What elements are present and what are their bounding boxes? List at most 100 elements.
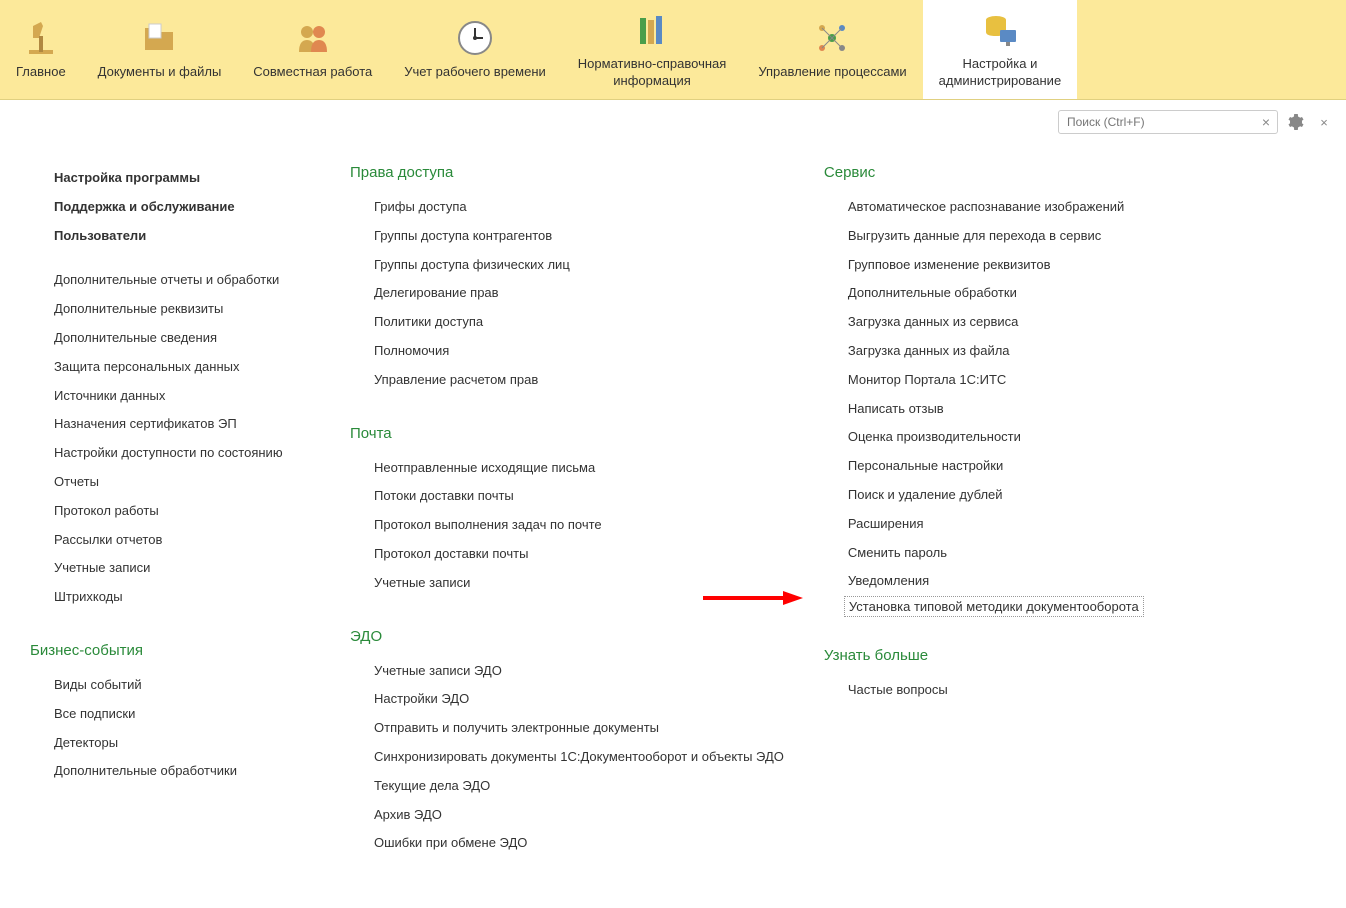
search-clear-button[interactable]: × bbox=[1258, 114, 1274, 130]
toolbar: × × bbox=[0, 100, 1346, 144]
link-item[interactable]: Защита персональных данных bbox=[30, 353, 310, 382]
link-item[interactable]: Протокол доставки почты bbox=[350, 540, 784, 569]
link-users[interactable]: Пользователи bbox=[30, 222, 310, 251]
gear-icon bbox=[1288, 114, 1304, 130]
link-item[interactable]: Оценка производительности bbox=[824, 423, 1144, 452]
link-item[interactable]: Виды событий bbox=[30, 671, 310, 700]
link-item[interactable]: Отчеты bbox=[30, 468, 310, 497]
learn-more-section: Узнать больше Частые вопросы bbox=[824, 647, 1144, 705]
service-section: Сервис Автоматическое распознавание изоб… bbox=[824, 164, 1144, 617]
nav-label: Нормативно-справочная информация bbox=[578, 56, 727, 90]
link-item[interactable]: Дополнительные сведения bbox=[30, 324, 310, 353]
link-item[interactable]: Грифы доступа bbox=[350, 193, 784, 222]
link-item[interactable]: Отправить и получить электронные докумен… bbox=[350, 714, 784, 743]
content-area: Настройка программы Поддержка и обслужив… bbox=[0, 144, 1346, 908]
link-item[interactable]: Настройки доступности по состоянию bbox=[30, 439, 310, 468]
link-program-settings[interactable]: Настройка программы bbox=[30, 164, 310, 193]
link-item[interactable]: Загрузка данных из сервиса bbox=[824, 308, 1144, 337]
link-item[interactable]: Настройки ЭДО bbox=[350, 685, 784, 714]
nav-collaboration[interactable]: Совместная работа bbox=[237, 0, 388, 99]
link-item[interactable]: Группы доступа контрагентов bbox=[350, 222, 784, 251]
link-item[interactable]: Полномочия bbox=[350, 337, 784, 366]
nav-label: Главное bbox=[16, 64, 66, 81]
clock-icon bbox=[455, 18, 495, 58]
link-item[interactable]: Делегирование прав bbox=[350, 279, 784, 308]
link-item[interactable]: Дополнительные обработчики bbox=[30, 757, 310, 786]
link-item[interactable]: Расширения bbox=[824, 510, 1144, 539]
link-item[interactable]: Дополнительные обработки bbox=[824, 279, 1144, 308]
link-item[interactable]: Синхронизировать документы 1С:Документоо… bbox=[350, 743, 784, 772]
link-item[interactable]: Группы доступа физических лиц bbox=[350, 251, 784, 280]
lamp-icon bbox=[21, 18, 61, 58]
link-item[interactable]: Политики доступа bbox=[350, 308, 784, 337]
link-item[interactable]: Учетные записи bbox=[30, 554, 310, 583]
link-item[interactable]: Детекторы bbox=[30, 729, 310, 758]
search-input[interactable] bbox=[1058, 110, 1278, 134]
link-item[interactable]: Дополнительные отчеты и обработки bbox=[30, 266, 310, 295]
link-item[interactable]: Неотправленные исходящие письма bbox=[350, 454, 784, 483]
folder-icon bbox=[139, 18, 179, 58]
link-item[interactable]: Текущие дела ЭДО bbox=[350, 772, 784, 801]
link-item[interactable]: Уведомления bbox=[824, 567, 1144, 596]
top-navigation: Главное Документы и файлы Совместная раб… bbox=[0, 0, 1346, 100]
section-header-edo[interactable]: ЭДО bbox=[350, 628, 784, 645]
settings-button[interactable] bbox=[1286, 112, 1306, 132]
process-icon bbox=[812, 18, 852, 58]
link-item[interactable]: Выгрузить данные для перехода в сервис bbox=[824, 222, 1144, 251]
close-button[interactable]: × bbox=[1314, 112, 1334, 132]
column-3: Сервис Автоматическое распознавание изоб… bbox=[824, 164, 1144, 888]
link-item[interactable]: Групповое изменение реквизитов bbox=[824, 251, 1144, 280]
section-header-mail[interactable]: Почта bbox=[350, 425, 784, 442]
close-icon: × bbox=[1320, 115, 1328, 130]
program-settings-section: Настройка программы Поддержка и обслужив… bbox=[30, 164, 310, 612]
nav-main[interactable]: Главное bbox=[0, 0, 82, 99]
link-item[interactable]: Написать отзыв bbox=[824, 395, 1144, 424]
link-item[interactable]: Частые вопросы bbox=[824, 676, 1144, 705]
link-item[interactable]: Протокол работы bbox=[30, 497, 310, 526]
link-support[interactable]: Поддержка и обслуживание bbox=[30, 193, 310, 222]
access-rights-section: Права доступа Грифы доступа Группы досту… bbox=[350, 164, 784, 395]
link-item[interactable]: Управление расчетом прав bbox=[350, 366, 784, 395]
link-item[interactable]: Штрихкоды bbox=[30, 583, 310, 612]
database-monitor-icon bbox=[980, 10, 1020, 50]
link-item[interactable]: Источники данных bbox=[30, 382, 310, 411]
link-item[interactable]: Монитор Портала 1С:ИТС bbox=[824, 366, 1144, 395]
link-item[interactable]: Архив ЭДО bbox=[350, 801, 784, 830]
users-icon bbox=[293, 18, 333, 58]
section-header-access[interactable]: Права доступа bbox=[350, 164, 784, 181]
section-header-service[interactable]: Сервис bbox=[824, 164, 1144, 181]
link-item[interactable]: Персональные настройки bbox=[824, 452, 1144, 481]
link-item[interactable]: Протокол выполнения задач по почте bbox=[350, 511, 784, 540]
nav-label: Совместная работа bbox=[253, 64, 372, 81]
link-item[interactable]: Все подписки bbox=[30, 700, 310, 729]
link-item[interactable]: Дополнительные реквизиты bbox=[30, 295, 310, 324]
nav-label: Управление процессами bbox=[758, 64, 906, 81]
nav-processes[interactable]: Управление процессами bbox=[742, 0, 922, 99]
link-item[interactable]: Автоматическое распознавание изображений bbox=[824, 193, 1144, 222]
search-box: × bbox=[1058, 110, 1278, 134]
link-item[interactable]: Потоки доставки почты bbox=[350, 482, 784, 511]
mail-section: Почта Неотправленные исходящие письма По… bbox=[350, 425, 784, 598]
nav-documents[interactable]: Документы и файлы bbox=[82, 0, 238, 99]
section-header-learn-more[interactable]: Узнать больше bbox=[824, 647, 1144, 664]
column-1: Настройка программы Поддержка и обслужив… bbox=[30, 164, 310, 888]
nav-admin[interactable]: Настройка и администрирование bbox=[923, 0, 1078, 99]
link-install-methodology[interactable]: Установка типовой методики документообор… bbox=[844, 596, 1144, 617]
business-events-section: Бизнес-события Виды событий Все подписки… bbox=[30, 642, 310, 786]
nav-label: Настройка и администрирование bbox=[939, 56, 1062, 90]
link-item[interactable]: Сменить пароль bbox=[824, 539, 1144, 568]
link-item[interactable]: Назначения сертификатов ЭП bbox=[30, 410, 310, 439]
section-header-business-events[interactable]: Бизнес-события bbox=[30, 642, 310, 659]
nav-time-tracking[interactable]: Учет рабочего времени bbox=[388, 0, 562, 99]
column-2: Права доступа Грифы доступа Группы досту… bbox=[350, 164, 784, 888]
link-item[interactable]: Учетные записи bbox=[350, 569, 784, 598]
link-item[interactable]: Загрузка данных из файла bbox=[824, 337, 1144, 366]
link-item[interactable]: Поиск и удаление дублей bbox=[824, 481, 1144, 510]
link-item[interactable]: Учетные записи ЭДО bbox=[350, 657, 784, 686]
nav-reference[interactable]: Нормативно-справочная информация bbox=[562, 0, 743, 99]
link-item[interactable]: Рассылки отчетов bbox=[30, 526, 310, 555]
nav-label: Учет рабочего времени bbox=[404, 64, 546, 81]
nav-label: Документы и файлы bbox=[98, 64, 222, 81]
link-item[interactable]: Ошибки при обмене ЭДО bbox=[350, 829, 784, 858]
edo-section: ЭДО Учетные записи ЭДО Настройки ЭДО Отп… bbox=[350, 628, 784, 859]
